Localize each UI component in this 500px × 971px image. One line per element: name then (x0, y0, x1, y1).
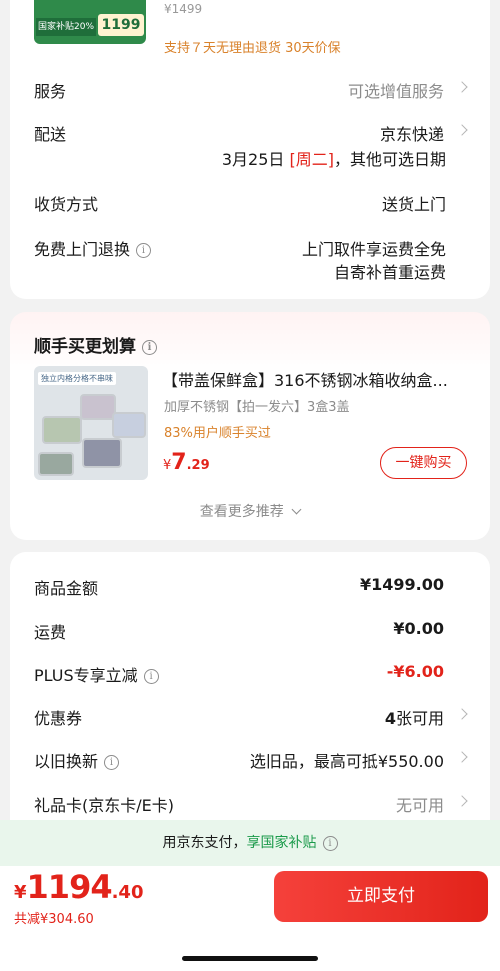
free-return-label: 免费上门退换 i (34, 236, 152, 260)
bundle-item-image[interactable]: 独立内格分格不串味 (34, 366, 148, 480)
delivery-label: 配送 (34, 125, 67, 144)
service-value[interactable]: 可选增值服务 (348, 78, 444, 102)
coupon-label: 优惠券 (34, 709, 83, 728)
freight-value: ¥0.00 (393, 619, 444, 638)
price-snippet: ¥1499 (164, 2, 203, 16)
plus-discount-value: -¥6.00 (386, 662, 444, 681)
chevron-down-icon (291, 504, 302, 515)
delivery-other: ，其他可选日期 (333, 150, 446, 169)
trade-in-label: 以旧换新 i (34, 748, 120, 772)
bundle-item-tag: 83%用户顺手买过 (164, 426, 271, 441)
box-3 (112, 412, 146, 438)
product-thumbnail[interactable]: 国家补贴20% 1199 (34, 0, 146, 44)
pay-subsidy-banner[interactable]: 用京东支付，享国家补贴 i (0, 820, 500, 866)
goods-amount-label: 商品金额 (34, 579, 99, 598)
box-5 (38, 452, 74, 476)
one-click-buy-button[interactable]: 一键购买 (380, 447, 467, 479)
box-1 (42, 416, 82, 444)
box-2 (80, 394, 116, 420)
delivery-date-line[interactable]: 3月25日 [周二]，其他可选日期 (222, 146, 446, 170)
pay-now-button[interactable]: 立即支付 (274, 871, 488, 922)
total-saved: 共减¥304.60 (14, 912, 94, 927)
info-icon[interactable]: i (142, 339, 157, 355)
gift-card-label: 礼品卡(京东卡/E卡) (34, 796, 174, 815)
home-indicator (182, 956, 318, 961)
coupon-value[interactable]: 4张可用 (385, 705, 444, 729)
bundle-item-spec: 加厚不锈钢【拍一发六】3盒3盖 (164, 400, 350, 415)
gift-card-value[interactable]: 无可用 (396, 792, 444, 816)
free-return-line2: 自寄补首重运费 (333, 263, 446, 282)
delivery-carrier[interactable]: 京东快递 (380, 121, 444, 145)
info-icon[interactable]: i (143, 669, 159, 684)
bundle-item-price: ¥7.29 (163, 450, 210, 475)
info-icon[interactable]: i (322, 835, 338, 851)
free-return-line1: 上门取件享运费全免 (301, 240, 446, 259)
info-icon[interactable]: i (104, 755, 120, 770)
delivery-date: 3月25日 (221, 150, 285, 169)
service-label: 服务 (34, 82, 67, 101)
delivery-weekday: [周二] (289, 150, 334, 169)
plus-discount-label: PLUS专享立减 i (34, 662, 159, 686)
guarantee-text: 支持７天无理由退货 30天价保 (164, 41, 341, 56)
freight-label: 运费 (34, 623, 67, 642)
badge-price: 1199 (98, 14, 144, 36)
receive-value: 送货上门 (381, 195, 446, 214)
info-icon[interactable]: i (136, 243, 152, 258)
receive-label: 收货方式 (34, 195, 99, 214)
subsidy-badge: 国家补贴20% (36, 18, 96, 36)
goods-amount-value: ¥1499.00 (359, 575, 444, 594)
see-more-recommendations[interactable]: 查看更多推荐 (0, 501, 500, 521)
trade-in-value[interactable]: 选旧品，最高可抵¥550.00 (250, 748, 444, 772)
thumb-caption: 独立内格分格不串味 (38, 372, 116, 385)
bundle-item-title[interactable]: 【带盖保鲜盒】316不锈钢冰箱收纳盒... (162, 367, 472, 391)
bundle-title: 顺手买更划算 i (34, 332, 157, 357)
total-price: ¥1194.40 (14, 868, 144, 906)
box-4 (82, 438, 122, 468)
